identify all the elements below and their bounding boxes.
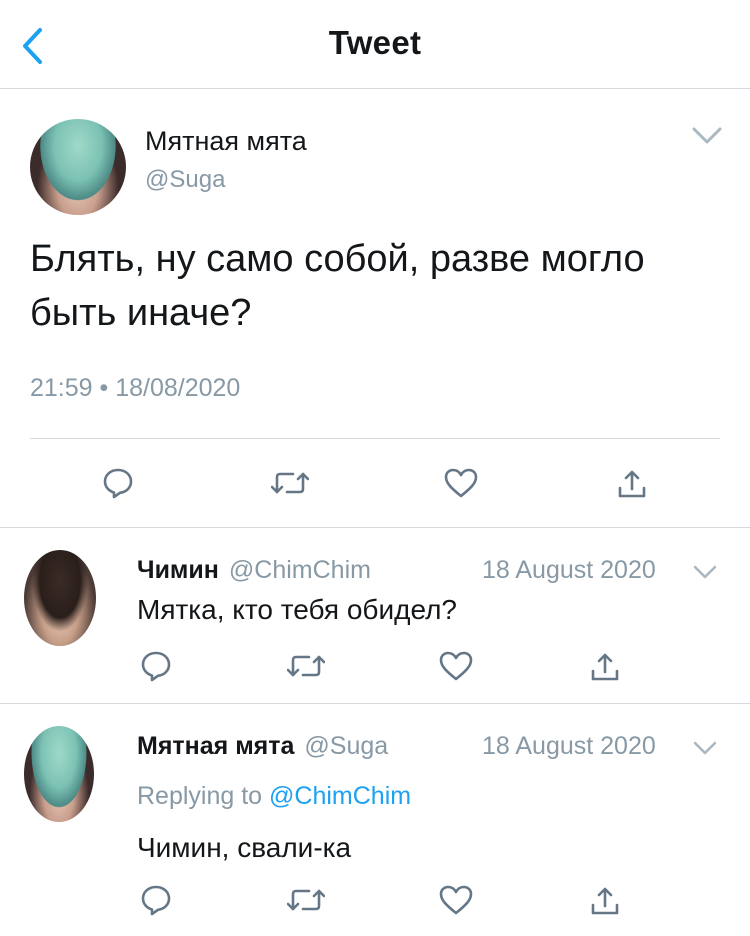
reply-author[interactable]: Мятная мята @Suga: [137, 732, 388, 761]
reply-author-name: Чимин: [137, 556, 219, 584]
share-icon: [617, 467, 647, 499]
tweet-timestamp: 21:59 • 18/08/2020: [30, 374, 241, 402]
share-icon: [590, 884, 620, 916]
heart-icon: [443, 467, 479, 499]
nav-header: Tweet: [0, 0, 750, 89]
like-button[interactable]: [436, 646, 476, 686]
share-icon: [590, 650, 620, 682]
tweet-text: Блять, ну само собой, разве могло быть и…: [30, 238, 645, 334]
reply-button[interactable]: [136, 646, 176, 686]
chevron-down-icon: [692, 562, 718, 582]
retweet-button[interactable]: [270, 463, 310, 503]
comment-icon: [101, 466, 135, 500]
tweet-menu-button[interactable]: [690, 123, 724, 149]
retweet-icon: [287, 651, 325, 681]
chevron-down-icon: [690, 123, 724, 149]
reply-button[interactable]: [136, 880, 176, 920]
reply-actions: [0, 646, 750, 686]
reply-actions: [0, 880, 750, 920]
avatar[interactable]: [30, 119, 126, 215]
reply-author-handle: @ChimChim: [228, 556, 371, 584]
share-button[interactable]: [612, 463, 652, 503]
avatar[interactable]: [24, 550, 96, 646]
like-button[interactable]: [436, 880, 476, 920]
avatar[interactable]: [24, 726, 94, 822]
retweet-icon: [287, 885, 325, 915]
reply-button[interactable]: [98, 463, 138, 503]
reply-menu-button[interactable]: [692, 738, 718, 758]
heart-icon: [438, 650, 474, 682]
retweet-icon: [271, 468, 309, 498]
heart-icon: [438, 884, 474, 916]
share-button[interactable]: [585, 880, 625, 920]
tweet-screen: Tweet Мятная мята @Suga Блять, ну само с…: [0, 0, 750, 936]
page-title: Tweet: [328, 24, 422, 61]
share-button[interactable]: [585, 646, 625, 686]
reply-author-name: Мятная мята: [137, 732, 295, 760]
retweet-button[interactable]: [286, 880, 326, 920]
mention-link[interactable]: @ChimChim: [269, 782, 411, 810]
replying-to: Replying to @ChimChim: [137, 782, 411, 811]
reply-date: 18 August 2020: [482, 556, 656, 584]
author-handle[interactable]: @Suga: [145, 166, 225, 194]
reply-author-handle: @Suga: [304, 732, 389, 760]
reply-text: Мятка, кто тебя обидел?: [137, 594, 458, 625]
comment-icon: [139, 883, 173, 917]
like-button[interactable]: [441, 463, 481, 503]
reply-tweet[interactable]: Чимин @ChimChim 18 August 2020 Мятка, кто…: [0, 528, 750, 704]
reply-text: Чимин, свали-ка: [137, 832, 352, 863]
reply-author[interactable]: Чимин @ChimChim: [137, 556, 371, 585]
divider: [30, 438, 720, 439]
reply-tweet[interactable]: Мятная мята @Suga 18 August 2020 Replying…: [0, 704, 750, 936]
retweet-button[interactable]: [286, 646, 326, 686]
comment-icon: [139, 649, 173, 683]
author-name[interactable]: Мятная мята: [145, 126, 307, 157]
reply-date: 18 August 2020: [482, 732, 656, 760]
main-tweet: Мятная мята @Suga Блять, ну само собой, …: [0, 89, 750, 528]
chevron-down-icon: [692, 738, 718, 758]
reply-menu-button[interactable]: [692, 562, 718, 582]
replying-to-label: Replying to: [137, 782, 263, 810]
tweet-actions: [0, 463, 750, 507]
